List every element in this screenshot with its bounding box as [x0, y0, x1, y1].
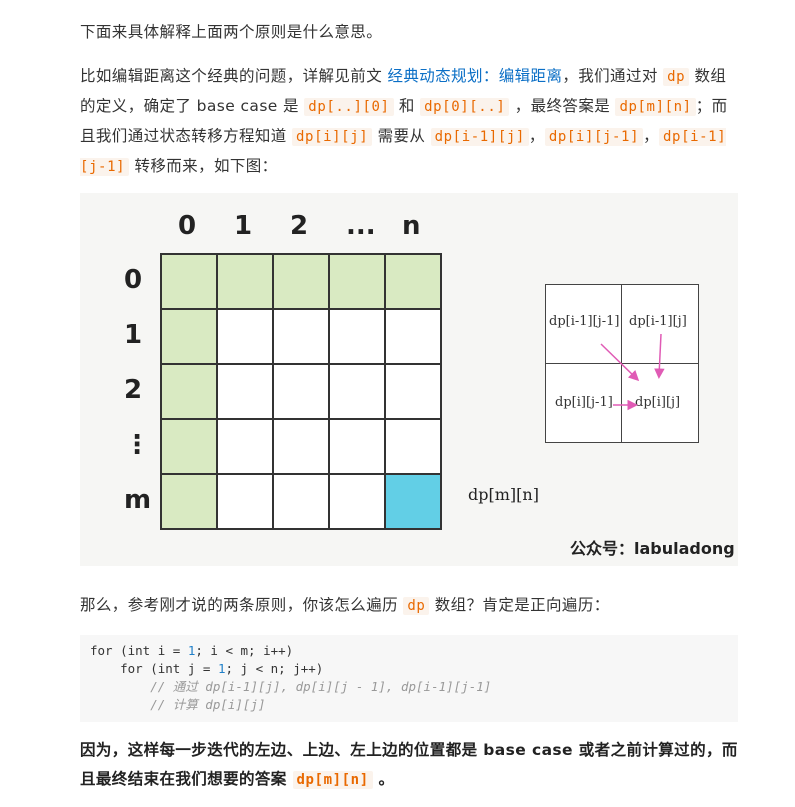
grid-cell — [216, 363, 274, 420]
inline-code: dp[m][n] — [292, 771, 373, 789]
intro-paragraph: 下面来具体解释上面两个原则是什么意思。 — [80, 23, 383, 41]
down-arrow — [654, 333, 665, 379]
column-header: 1 — [234, 211, 253, 241]
grid-cell — [272, 473, 330, 530]
column-header: 0 — [178, 211, 197, 241]
grid-cell — [384, 418, 442, 475]
grid-cell — [216, 253, 274, 310]
text: 和 — [398, 97, 415, 115]
arrows — [600, 333, 665, 411]
edit-distance-paragraph: 比如编辑距离这个经典的问题，详解见前文 经典动态规划：编辑距离，我们通过对 dp… — [80, 62, 740, 182]
edit-distance-link[interactable]: 经典动态规划：编辑距离 — [387, 67, 562, 85]
text: 数组？肯定是正向遍历： — [434, 596, 610, 614]
grid-cell — [328, 363, 386, 420]
text: ， — [528, 127, 545, 145]
grid-cell — [160, 253, 218, 310]
state-transition-grid: dp[i-1][j-1] dp[i-1][j] dp[i][j-1] dp[i]… — [545, 284, 699, 443]
dp-table-figure: 0 1 2... n 0 1 2 ⋮ m dp[m][n] dp[i-1][j-1] dp[i… — [80, 193, 738, 566]
code-text: ; j < n; j++) — [225, 661, 324, 676]
inline-code: dp[i][j] — [292, 128, 373, 146]
grid-cell — [328, 253, 386, 310]
code-comment-1: // 通过 dp[i-1][j], dp[i][j - 1], dp[i-1][… — [90, 679, 492, 694]
inline-code: dp — [663, 68, 690, 86]
row-header: ⋮ — [124, 430, 150, 460]
diagonal-arrow — [600, 343, 640, 382]
text: ， — [643, 127, 660, 145]
column-header: 2 — [290, 211, 309, 241]
grid-cell — [384, 253, 442, 310]
row-header: 0 — [124, 265, 143, 295]
inline-code: dp[..][0] — [304, 98, 394, 116]
grid-cell — [160, 308, 218, 365]
grid-cell — [272, 253, 330, 310]
grid-cell — [216, 308, 274, 365]
code-comment-2: // 计算 dp[i][j] — [90, 697, 266, 712]
text: 那么，参考刚才说的两条原则，你该怎么遍历 — [80, 596, 399, 614]
code-text: ; i < m; i++) — [195, 643, 294, 658]
grid-cell — [384, 473, 442, 530]
watermark: 公众号：labuladong — [570, 539, 735, 558]
grid-cell — [160, 418, 218, 475]
grid-cell — [328, 308, 386, 365]
inline-code: dp[0][..] — [420, 98, 510, 116]
grid-cell — [272, 363, 330, 420]
traversal-paragraph: 那么，参考刚才说的两条原则，你该怎么遍历 dp 数组？肯定是正向遍历： — [80, 591, 740, 621]
code-text: for (int j = — [90, 661, 218, 676]
column-header: ... — [346, 211, 376, 241]
inline-code: dp[m][n] — [615, 98, 696, 116]
text: 比如编辑距离这个经典的问题，详解见前文 — [80, 67, 383, 85]
inline-code: dp[i-1][j] — [430, 128, 529, 146]
conclusion-paragraph: 因为，这样每一步迭代的左边、上边、左上边的位置都是 base case 或者之前… — [80, 736, 740, 795]
text: 转移而来，如下图： — [134, 157, 278, 175]
grid-cell — [272, 308, 330, 365]
code-line-1: for (int i = 1; i < m; i++) — [90, 642, 293, 660]
text: 。 — [378, 770, 395, 788]
row-header: m — [124, 485, 152, 515]
inline-code: dp — [403, 597, 430, 615]
text: ，我们通过对 — [562, 67, 658, 85]
row-header: 2 — [124, 375, 143, 405]
grid-cell — [384, 308, 442, 365]
column-header: n — [402, 211, 421, 241]
grid-cell — [328, 418, 386, 475]
grid-cell — [160, 473, 218, 530]
inline-code: dp[i][j-1] — [544, 128, 644, 146]
grid-cell — [160, 363, 218, 420]
result-label: dp[m][n] — [468, 485, 539, 504]
grid-cell — [384, 363, 442, 420]
grid-cell — [328, 473, 386, 530]
code-text: for (int i = — [90, 643, 188, 658]
text: ，最终答案是 — [514, 97, 611, 115]
grid-cell — [272, 418, 330, 475]
code-line-2: for (int j = 1; j < n; j++) — [90, 660, 323, 678]
row-header: 1 — [124, 320, 143, 350]
grid-cell — [216, 473, 274, 530]
text: 需要从 — [377, 127, 426, 145]
code-block: for (int i = 1; i < m; i++) for (int j =… — [80, 635, 738, 722]
text: 因为，这样每一步迭代的左边、上边、左上边的位置都是 base case 或者之前… — [80, 741, 738, 788]
grid-cell — [216, 418, 274, 475]
